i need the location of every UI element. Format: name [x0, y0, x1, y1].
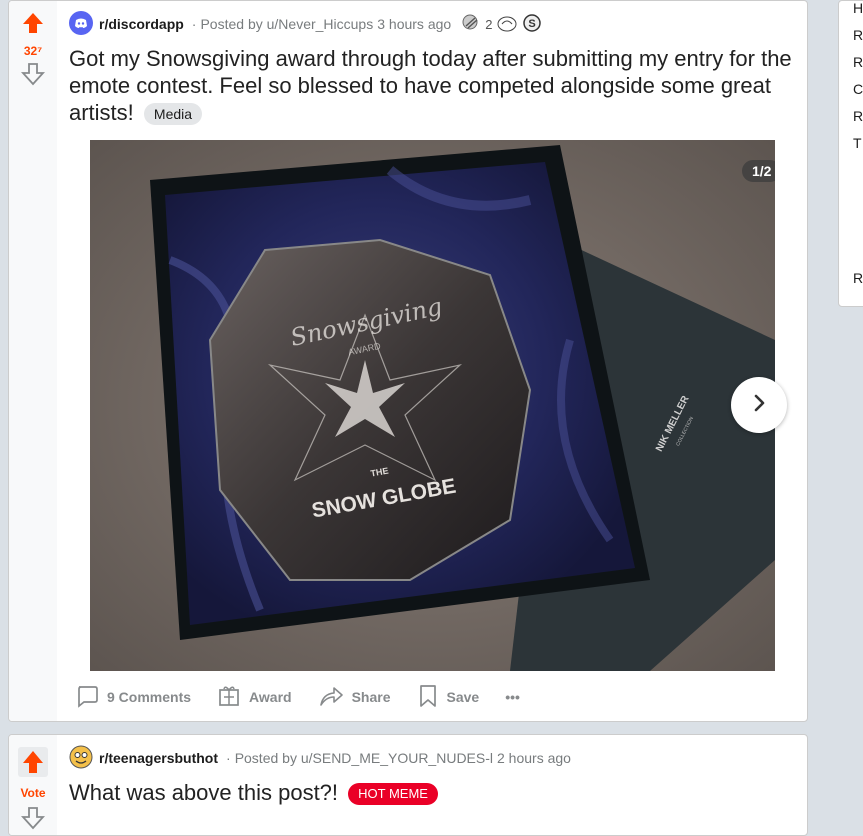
- post-meta: r/discordapp · Posted by u/Never_Hiccups…: [69, 10, 799, 38]
- vote-label: Vote: [20, 786, 46, 800]
- post-content: r/discordapp · Posted by u/Never_Hiccups…: [69, 1, 799, 126]
- award-label: Award: [249, 689, 292, 705]
- post-title-2[interactable]: What was above this post?! HOT MEME: [69, 779, 799, 806]
- right-sidebar: H R R C R T R: [838, 0, 863, 307]
- sidebar-item[interactable]: R: [839, 49, 863, 76]
- save-label: Save: [446, 689, 480, 705]
- image-counter: 1/2: [742, 160, 775, 182]
- post-card-2[interactable]: Vote r/teenagersbuthot · Posted by u/SEN…: [8, 734, 808, 836]
- next-image-button[interactable]: [731, 377, 787, 433]
- comment-icon: [75, 684, 107, 711]
- vote-count: 32⁷: [23, 44, 43, 58]
- share-button[interactable]: Share: [314, 681, 395, 713]
- meta-separator: ·: [226, 750, 231, 766]
- share-icon: [318, 684, 352, 711]
- post-card[interactable]: 32⁷ r/discordapp · Posted by u/Never_Hic…: [8, 0, 808, 722]
- snowman-award-icon: [496, 13, 518, 36]
- sidebar-item[interactable]: R: [839, 265, 863, 292]
- sidebar-item[interactable]: C: [839, 76, 863, 103]
- subreddit-link[interactable]: r/discordapp: [99, 16, 184, 32]
- post-meta-2: r/teenagersbuthot · Posted by u/SEND_ME_…: [69, 745, 799, 772]
- post-time: 3 hours ago: [377, 16, 452, 32]
- vote-column-2: Vote: [9, 735, 57, 835]
- sidebar-item[interactable]: H: [839, 1, 863, 22]
- sidebar-item[interactable]: T: [839, 130, 863, 157]
- sidebar-item[interactable]: R: [839, 103, 863, 130]
- downvote-arrow-icon[interactable]: [20, 62, 46, 91]
- downvote-arrow-icon[interactable]: [20, 806, 46, 835]
- chevron-right-icon: [747, 391, 771, 420]
- vote-column: 32⁷: [9, 1, 57, 721]
- subreddit-avatar-icon[interactable]: [69, 745, 93, 772]
- post-title[interactable]: Got my Snowsgiving award through today a…: [69, 45, 799, 126]
- upvote-box-icon[interactable]: [18, 747, 48, 782]
- save-button[interactable]: Save: [413, 681, 484, 713]
- post-time-2: 2 hours ago: [497, 750, 571, 766]
- subreddit-link-2[interactable]: r/teenagersbuthot: [99, 750, 218, 766]
- sidebar-item[interactable]: R: [839, 22, 863, 49]
- comments-label: 9 Comments: [107, 689, 192, 705]
- share-label: Share: [351, 689, 391, 705]
- more-icon: •••: [505, 689, 520, 705]
- posted-by[interactable]: Posted by u/Never_Hiccups: [200, 16, 373, 32]
- silver-award-icon: [461, 13, 481, 36]
- award-count: 2: [485, 16, 493, 32]
- post-actions: 9 Comments Award Share Save •••: [71, 681, 542, 713]
- post-image[interactable]: Snowsgiving AWARD THE SNOW GLOBE NIK MEL…: [90, 140, 775, 671]
- upvote-arrow-icon[interactable]: [21, 11, 45, 40]
- award-button[interactable]: Award: [213, 681, 296, 713]
- awards-row[interactable]: 2 S: [461, 13, 542, 36]
- meta-separator: ·: [191, 16, 197, 32]
- comments-button[interactable]: 9 Comments: [71, 681, 195, 713]
- posted-by-2[interactable]: Posted by u/SEND_ME_YOUR_NUDES-l: [235, 750, 493, 766]
- subreddit-icon[interactable]: [69, 10, 93, 38]
- bookmark-icon: [417, 684, 447, 711]
- post-flair-2[interactable]: HOT MEME: [348, 783, 438, 806]
- more-options-button[interactable]: •••: [501, 681, 524, 713]
- post-flair[interactable]: Media: [143, 103, 203, 126]
- post-content-2: r/teenagersbuthot · Posted by u/SEND_ME_…: [69, 735, 799, 806]
- svg-text:S: S: [529, 18, 536, 30]
- gift-icon: [217, 684, 249, 711]
- coin-award-icon: S: [522, 13, 542, 36]
- post-title-text-2: What was above this post?!: [69, 780, 339, 805]
